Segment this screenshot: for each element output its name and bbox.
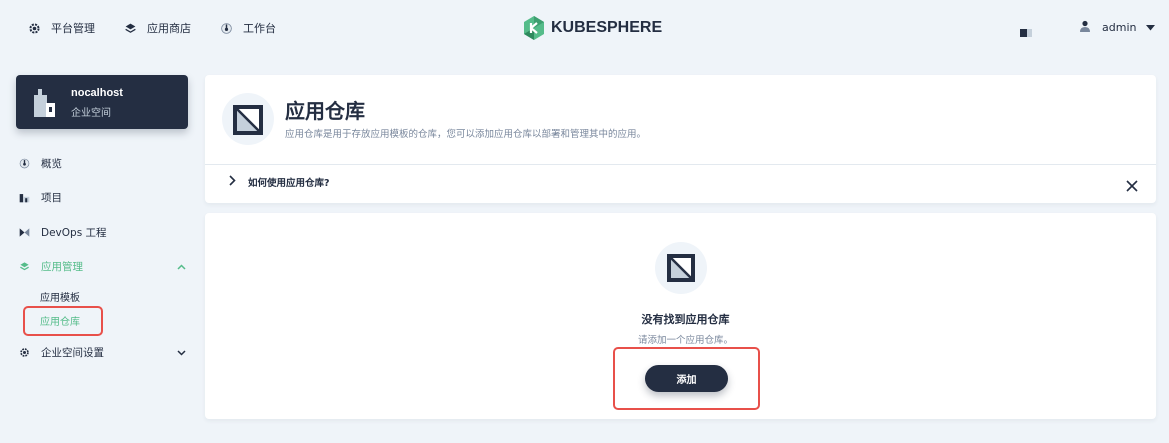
chevron-down-icon xyxy=(177,347,186,359)
sidebar-item-workspace-settings[interactable]: 企业空间设置 xyxy=(18,345,188,360)
appstore-icon xyxy=(18,261,30,273)
nav-label: 平台管理 xyxy=(51,22,95,35)
sidebar-item-label: 概览 xyxy=(41,158,62,170)
empty-title: 没有找到应用仓库 xyxy=(641,313,730,326)
nav-platform-management[interactable]: 平台管理 xyxy=(27,20,95,36)
gear-icon xyxy=(27,21,41,35)
nav-workbench[interactable]: 工作台 xyxy=(219,20,276,36)
devops-icon xyxy=(18,227,30,239)
kubesphere-logo-icon xyxy=(524,16,544,40)
user-menu[interactable]: admin xyxy=(1080,20,1156,35)
close-icon[interactable] xyxy=(1126,177,1138,196)
appstore-icon xyxy=(123,21,137,35)
empty-description: 请添加一个应用仓库。 xyxy=(637,335,733,346)
username: admin xyxy=(1102,21,1137,34)
workspace-type: 企业空间 xyxy=(71,108,111,119)
page-description: 应用仓库是用于存放应用模板的仓库，您可以添加应用仓库以部署和管理其中的应用。 xyxy=(285,129,647,140)
chevron-right-icon xyxy=(229,175,236,189)
logo-text: KUBESPHERE xyxy=(551,19,663,36)
workspace-card[interactable]: nocalhost 企业空间 xyxy=(16,75,188,129)
howto-label: 如何使用应用仓库? xyxy=(248,178,330,189)
gear-icon xyxy=(18,347,30,359)
page-header-panel: 应用仓库 应用仓库是用于存放应用模板的仓库，您可以添加应用仓库以部署和管理其中的… xyxy=(205,75,1156,203)
howto-expander[interactable]: 如何使用应用仓库? xyxy=(229,175,330,189)
sidebar-item-label: 项目 xyxy=(41,192,62,204)
sidebar-item-devops[interactable]: DevOps 工程 xyxy=(18,225,188,240)
sidebar-item-label: 应用管理 xyxy=(41,261,83,273)
page-title: 应用仓库 xyxy=(285,99,365,123)
sidebar-subitem-app-templates[interactable]: 应用模板 xyxy=(40,289,80,304)
highlight-box xyxy=(613,347,760,410)
repo-icon xyxy=(222,93,274,145)
nav-app-store[interactable]: 应用商店 xyxy=(123,20,191,36)
dashboard-icon xyxy=(18,158,30,170)
layout-toggle-icon[interactable] xyxy=(1020,23,1032,42)
sidebar-item-label: 企业空间设置 xyxy=(41,347,104,359)
workspace-name: nocalhost xyxy=(71,87,123,99)
top-navigation: 平台管理 应用商店 工作台 KUBESPHERE admin xyxy=(0,0,1169,58)
repo-icon xyxy=(655,242,707,294)
divider xyxy=(205,164,1156,165)
sidebar-item-label: DevOps 工程 xyxy=(41,227,107,239)
sidebar-item-projects[interactable]: 项目 xyxy=(18,190,188,205)
dashboard-icon xyxy=(219,21,233,35)
caret-down-icon xyxy=(1146,21,1156,34)
highlight-box xyxy=(23,306,103,336)
nav-label: 工作台 xyxy=(243,22,276,35)
workspace-icon xyxy=(32,87,56,121)
kubesphere-logo[interactable]: KUBESPHERE xyxy=(523,16,662,40)
nav-label: 应用商店 xyxy=(147,22,191,35)
user-icon xyxy=(1080,20,1090,35)
sidebar-item-overview[interactable]: 概览 xyxy=(18,156,188,171)
chevron-up-icon xyxy=(177,261,186,273)
project-icon xyxy=(18,192,30,204)
sidebar-item-app-management[interactable]: 应用管理 xyxy=(18,259,188,274)
